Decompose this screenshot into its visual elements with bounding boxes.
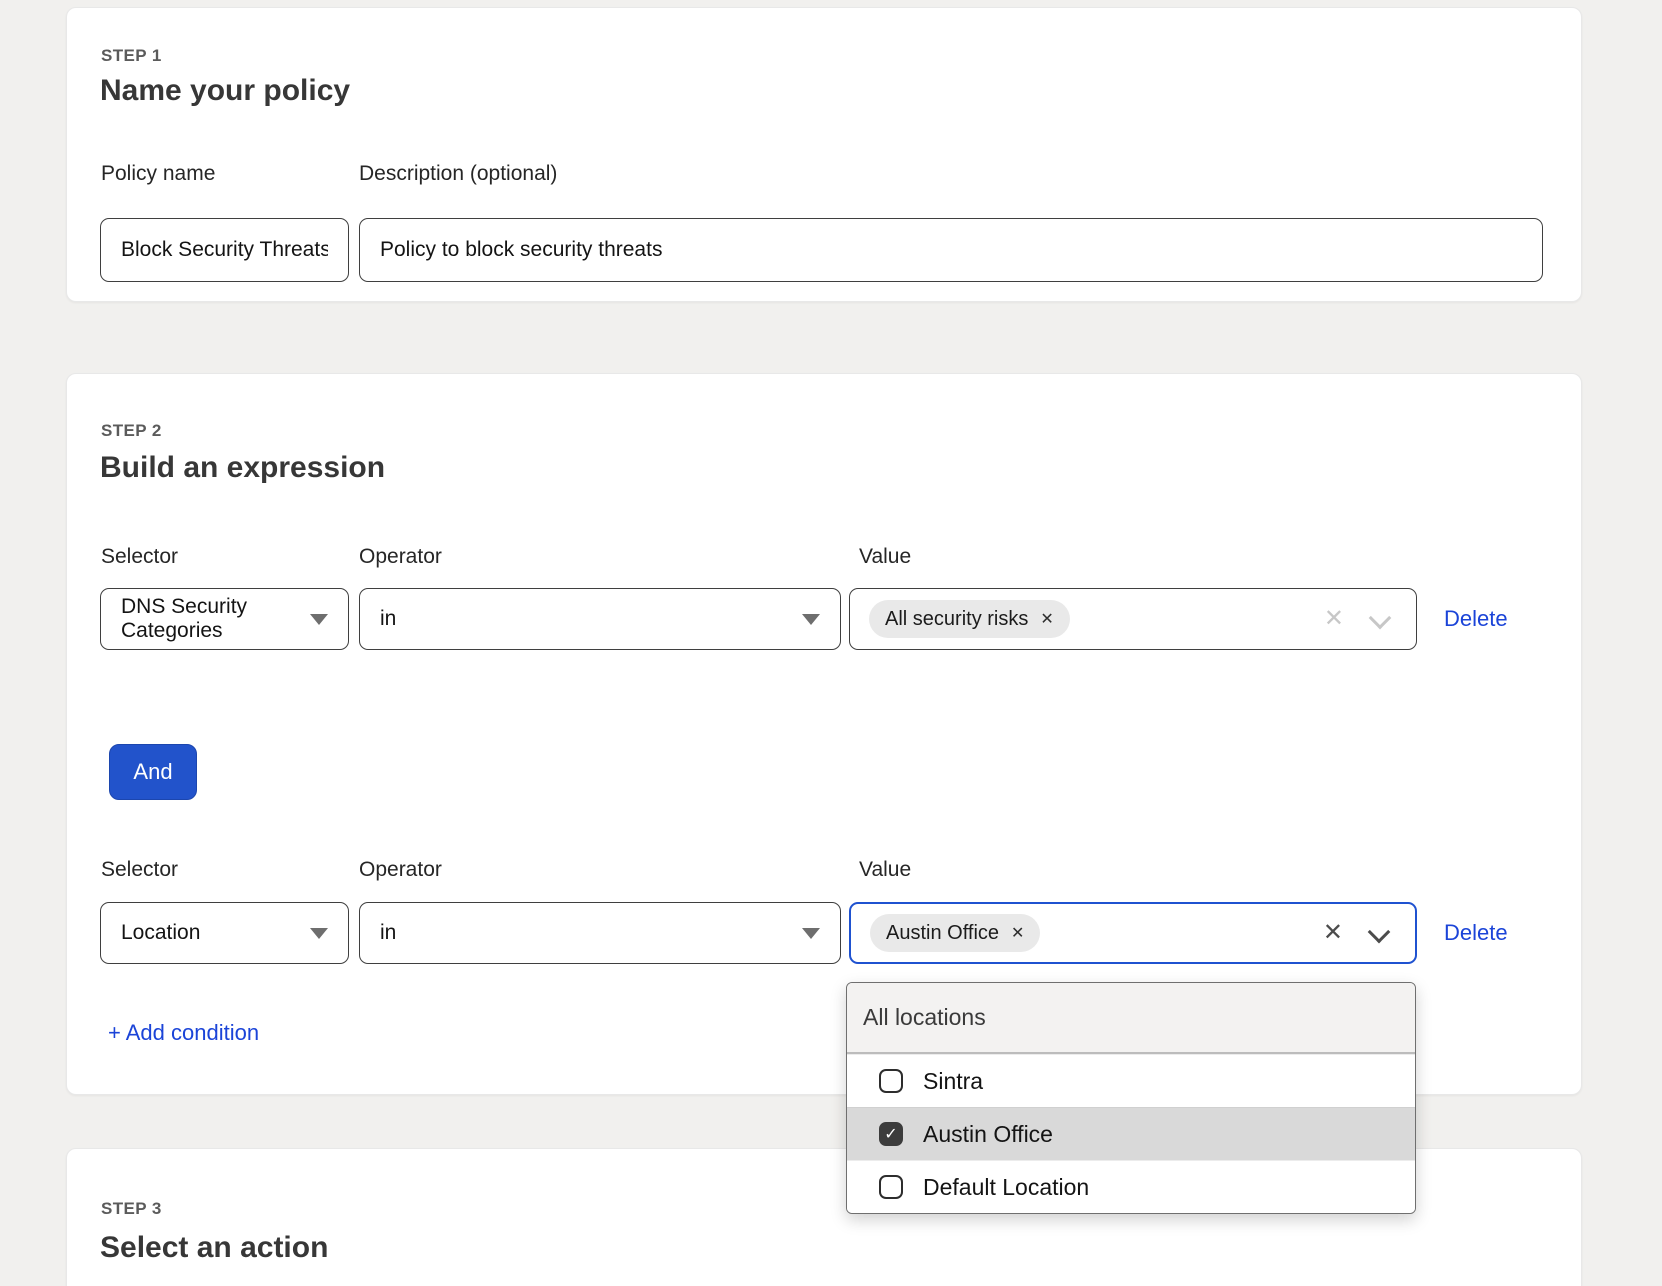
condition2-column-labels: Selector Operator Value — [67, 858, 1581, 886]
delete-condition2-link[interactable]: Delete — [1444, 920, 1508, 946]
location-option-label: Default Location — [923, 1174, 1089, 1201]
condition-row-2: Location in Austin Office ✕ ✕ Delete — [67, 902, 1581, 964]
caret-down-icon — [310, 614, 328, 625]
condition1-column-labels: Selector Operator Value — [67, 545, 1581, 573]
caret-down-icon — [310, 928, 328, 939]
selector-dropdown-value: DNS Security Categories — [121, 595, 304, 643]
condition-row-1: DNS Security Categories in All security … — [67, 588, 1581, 650]
caret-down-icon — [802, 928, 820, 939]
selector-dropdown-condition2[interactable]: Location — [100, 902, 349, 964]
value-tag: Austin Office ✕ — [870, 914, 1040, 952]
clear-icon[interactable]: ✕ — [1324, 607, 1344, 631]
selector-column-label: Selector — [101, 858, 178, 882]
value-column-label: Value — [859, 545, 911, 569]
location-option-label: Austin Office — [923, 1121, 1053, 1148]
operator-dropdown-condition2[interactable]: in — [359, 902, 841, 964]
description-label: Description (optional) — [359, 162, 557, 186]
operator-column-label: Operator — [359, 858, 442, 882]
step3-label: STEP 3 — [101, 1199, 162, 1219]
selector-dropdown-condition1[interactable]: DNS Security Categories — [100, 588, 349, 650]
step3-title: Select an action — [100, 1231, 328, 1265]
step2-title: Build an expression — [100, 451, 385, 485]
tag-remove-icon[interactable]: ✕ — [1040, 609, 1053, 629]
operator-column-label: Operator — [359, 545, 442, 569]
step2-label: STEP 2 — [101, 421, 162, 441]
page-background: STEP 1 Name your policy Policy name Desc… — [0, 0, 1662, 1286]
chevron-down-icon[interactable] — [1369, 607, 1392, 630]
step1-title: Name your policy — [100, 74, 350, 108]
and-button[interactable]: And — [109, 744, 197, 800]
operator-dropdown-value: in — [380, 921, 396, 945]
selector-dropdown-value: Location — [121, 921, 200, 945]
value-multiselect-condition1[interactable]: All security risks ✕ ✕ — [849, 588, 1417, 650]
value-tag-label: All security risks — [885, 608, 1028, 631]
location-option-austin-office[interactable]: ✓ Austin Office — [847, 1107, 1415, 1160]
location-dropdown: All locations Sintra ✓ Austin Office Def… — [846, 982, 1416, 1214]
checkbox-checked-icon[interactable]: ✓ — [879, 1122, 903, 1146]
value-tag: All security risks ✕ — [869, 600, 1070, 638]
location-option-label: Sintra — [923, 1068, 983, 1095]
chevron-down-icon[interactable] — [1368, 921, 1391, 944]
checkbox-unchecked-icon[interactable] — [879, 1069, 903, 1093]
operator-dropdown-value: in — [380, 607, 396, 631]
location-option-sintra[interactable]: Sintra — [847, 1054, 1415, 1107]
add-condition-link[interactable]: + Add condition — [108, 1020, 259, 1046]
selector-column-label: Selector — [101, 545, 178, 569]
step1-label: STEP 1 — [101, 46, 162, 66]
location-dropdown-group-header: All locations — [847, 983, 1415, 1054]
checkbox-unchecked-icon[interactable] — [879, 1175, 903, 1199]
value-column-label: Value — [859, 858, 911, 882]
policy-name-input[interactable] — [100, 218, 349, 282]
value-multiselect-condition2[interactable]: Austin Office ✕ ✕ — [849, 902, 1417, 964]
delete-condition1-link[interactable]: Delete — [1444, 606, 1508, 632]
caret-down-icon — [802, 614, 820, 625]
value-tag-label: Austin Office — [886, 922, 999, 945]
clear-icon[interactable]: ✕ — [1323, 921, 1343, 945]
location-option-default-location[interactable]: Default Location — [847, 1160, 1415, 1213]
operator-dropdown-condition1[interactable]: in — [359, 588, 841, 650]
tag-remove-icon[interactable]: ✕ — [1011, 923, 1024, 943]
step1-card: STEP 1 Name your policy Policy name Desc… — [66, 7, 1582, 302]
description-input[interactable] — [359, 218, 1543, 282]
policy-name-label: Policy name — [101, 162, 215, 186]
